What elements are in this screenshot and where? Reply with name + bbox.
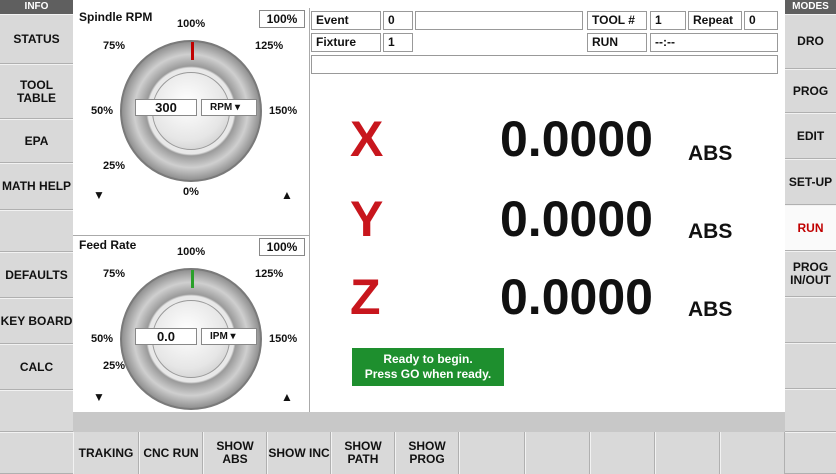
show-prog-button[interactable]: SHOW PROG — [395, 432, 459, 474]
feed-value-field[interactable]: 0.0 — [135, 328, 197, 345]
spindle-value-field[interactable]: 300 — [135, 99, 197, 116]
run-label: RUN — [587, 33, 647, 52]
math-help-button[interactable]: MATH HELP — [0, 163, 73, 210]
status-message: Ready to begin. Press GO when ready. — [352, 348, 504, 386]
spindle-scale-100: 100% — [177, 18, 206, 30]
tool-label: TOOL # — [587, 11, 647, 30]
blank-mode-button-4[interactable] — [785, 432, 836, 474]
bottom-strip — [73, 412, 785, 432]
info-panel: INFO STATUS TOOL TABLE EPA MATH HELP DEF… — [0, 0, 73, 474]
show-abs-button[interactable]: SHOW ABS — [203, 432, 267, 474]
feed-unit-select[interactable]: IPM ▾ — [201, 328, 257, 345]
tool-table-button[interactable]: TOOL TABLE — [0, 64, 73, 119]
event-label: Event — [311, 11, 381, 30]
feed-scale-150: 150% — [269, 333, 298, 345]
status-line-2: Press GO when ready. — [364, 367, 492, 381]
blank-left-button-1[interactable] — [0, 210, 73, 252]
spindle-needle — [191, 42, 194, 60]
modes-header: MODES — [785, 0, 836, 14]
spindle-scale-125: 125% — [255, 40, 284, 52]
blank-bottom-button-5[interactable] — [720, 432, 785, 474]
event-value: 0 — [383, 11, 413, 30]
fixture-value: 1 — [383, 33, 413, 52]
blank-mode-button-2[interactable] — [785, 343, 836, 389]
mode-prog-button[interactable]: PROG — [785, 69, 836, 113]
blank-bottom-button-4[interactable] — [655, 432, 720, 474]
spindle-scale-75: 75% — [103, 40, 126, 52]
spindle-scale-25: 25% — [103, 160, 126, 172]
blank-mode-button-1[interactable] — [785, 297, 836, 343]
event-text — [415, 11, 583, 30]
repeat-value: 0 — [744, 11, 778, 30]
feed-needle — [191, 270, 194, 288]
show-path-button[interactable]: SHOW PATH — [331, 432, 395, 474]
repeat-label: Repeat — [688, 11, 742, 30]
y-axis-label: Y — [350, 191, 384, 247]
fixture-label: Fixture — [311, 33, 381, 52]
bottom-toolbar: TRAKING CNC RUN SHOW ABS SHOW INC SHOW P… — [73, 432, 785, 474]
spindle-scale-0: 0% — [183, 186, 199, 198]
message-bar — [311, 55, 778, 74]
modes-panel: MODES DRO PROG EDIT SET-UP RUN PROG IN/O… — [785, 0, 836, 474]
z-axis-mode: ABS — [688, 298, 733, 321]
feed-scale-125: 125% — [255, 268, 284, 280]
info-header: INFO — [0, 0, 73, 14]
mode-prog-inout-button[interactable]: PROG IN/OUT — [785, 251, 836, 297]
feed-scale-100: 100% — [177, 246, 206, 258]
keyboard-button[interactable]: KEY BOARD — [0, 298, 73, 344]
tool-value: 1 — [650, 11, 686, 30]
spindle-unit-select[interactable]: RPM ▾ — [201, 99, 257, 116]
cnc-run-button[interactable]: CNC RUN — [139, 432, 203, 474]
spindle-scale-150: 150% — [269, 105, 298, 117]
blank-bottom-button-2[interactable] — [525, 432, 590, 474]
spindle-decrease-arrow[interactable]: ▼ — [93, 188, 105, 202]
feed-scale-25: 25% — [103, 360, 126, 372]
z-axis-label: Z — [350, 269, 381, 325]
status-line-1: Ready to begin. — [383, 352, 473, 366]
feed-scale-50: 50% — [91, 333, 114, 345]
feed-increase-arrow[interactable]: ▲ — [281, 390, 293, 404]
epa-button[interactable]: EPA — [0, 119, 73, 163]
blank-bottom-button-1[interactable] — [459, 432, 525, 474]
x-axis-label: X — [350, 111, 384, 167]
defaults-button[interactable]: DEFAULTS — [0, 252, 73, 298]
run-time: --:-- — [650, 33, 778, 52]
spindle-increase-arrow[interactable]: ▲ — [281, 188, 293, 202]
mode-edit-button[interactable]: EDIT — [785, 113, 836, 159]
feed-percent: 100% — [259, 238, 305, 256]
feed-title: Feed Rate — [79, 238, 137, 252]
mode-setup-button[interactable]: SET-UP — [785, 159, 836, 205]
calc-button[interactable]: CALC — [0, 344, 73, 390]
show-inc-button[interactable]: SHOW INC — [267, 432, 331, 474]
y-axis-mode: ABS — [688, 220, 733, 243]
blank-bottom-button-3[interactable] — [590, 432, 655, 474]
spindle-dial-panel: Spindle RPM 100% 100% 75% 125% 50% 150% … — [73, 8, 310, 236]
spindle-scale-50: 50% — [91, 105, 114, 117]
blank-left-button-3[interactable] — [0, 432, 73, 474]
spindle-percent: 100% — [259, 10, 305, 28]
traking-button[interactable]: TRAKING — [73, 432, 139, 474]
feed-scale-75: 75% — [103, 268, 126, 280]
mode-dro-button[interactable]: DRO — [785, 14, 836, 69]
spindle-title: Spindle RPM — [79, 10, 153, 24]
blank-mode-button-3[interactable] — [785, 389, 836, 432]
blank-left-button-2[interactable] — [0, 390, 73, 432]
feed-decrease-arrow[interactable]: ▼ — [93, 390, 105, 404]
x-axis-mode: ABS — [688, 142, 733, 165]
y-axis-value: 0.0000 — [500, 191, 653, 247]
feed-dial-panel: Feed Rate 100% 100% 75% 125% 50% 150% 25… — [73, 236, 310, 412]
x-axis-value: 0.0000 — [500, 111, 653, 167]
status-button[interactable]: STATUS — [0, 14, 73, 64]
z-axis-value: 0.0000 — [500, 269, 653, 325]
mode-run-button[interactable]: RUN — [785, 205, 836, 251]
